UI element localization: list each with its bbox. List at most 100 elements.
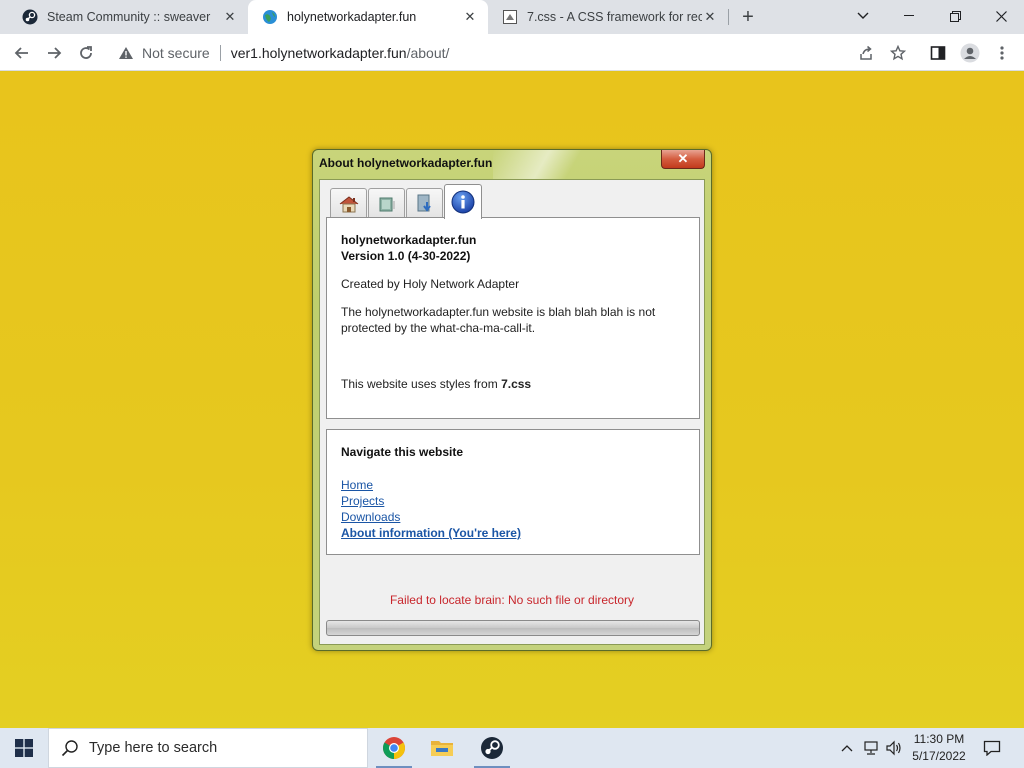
navigation-panel: Navigate this website Home Projects Down…	[326, 429, 700, 555]
close-tab-icon[interactable]: ✕	[462, 9, 478, 25]
taskbar-clock[interactable]: 11:30 PM 5/17/2022	[904, 731, 974, 765]
about-window: About holynetworkadapter.fun ✕ holynetwo…	[312, 149, 712, 651]
bookmark-button[interactable]	[884, 39, 912, 67]
about-panel: holynetworkadapter.fun Version 1.0 (4-30…	[326, 217, 700, 419]
reload-button[interactable]	[72, 39, 100, 67]
projects-icon	[379, 197, 395, 211]
volume-tray-button[interactable]	[884, 728, 904, 768]
home-icon	[339, 195, 358, 212]
taskbar-file-explorer[interactable]	[418, 728, 466, 768]
tab-home[interactable]	[330, 188, 367, 218]
show-hidden-icons-button[interactable]	[838, 728, 856, 768]
back-button[interactable]	[8, 39, 36, 67]
tab-search-button[interactable]	[840, 0, 886, 32]
taskbar-chrome[interactable]	[370, 728, 418, 768]
browser-tab-steam[interactable]: Steam Community :: sweaver ✕	[8, 0, 248, 34]
version-label: Version 1.0 (4-30-2022)	[341, 249, 471, 263]
restore-button[interactable]	[932, 0, 978, 32]
window-title: About holynetworkadapter.fun	[319, 156, 493, 170]
page-background: About holynetworkadapter.fun ✕ holynetwo…	[0, 72, 1024, 728]
notifications-button[interactable]	[978, 728, 1006, 768]
security-label[interactable]: Not secure	[142, 45, 210, 61]
file-explorer-icon	[431, 741, 453, 756]
url-path: /about/	[406, 44, 450, 61]
avatar-icon	[960, 43, 980, 63]
chevron-up-icon	[841, 745, 853, 752]
nav-link-about[interactable]: About information (You're here)	[341, 525, 685, 541]
minimize-button[interactable]	[886, 0, 932, 32]
site-name: holynetworkadapter.fun	[341, 233, 477, 247]
tab-projects[interactable]	[368, 188, 405, 218]
tab-about[interactable]	[444, 184, 482, 219]
close-tab-icon[interactable]: ✕	[702, 9, 718, 25]
nav-link-list: Home Projects Downloads About informatio…	[341, 477, 685, 541]
tab-title: holynetworkadapter.fun	[287, 10, 417, 24]
window-tab-list	[330, 183, 483, 219]
reload-icon	[80, 46, 92, 59]
arrow-left-icon	[14, 47, 28, 59]
downloads-icon	[417, 194, 431, 212]
url-host: ver1.holynetworkadapter.fun	[230, 44, 407, 61]
tab-separator	[728, 9, 729, 25]
new-tab-button[interactable]: +	[736, 6, 760, 30]
omnibox-divider	[219, 44, 221, 61]
window-body: holynetworkadapter.fun Version 1.0 (4-30…	[319, 179, 705, 645]
minimize-icon	[904, 15, 914, 16]
menu-button[interactable]	[988, 39, 1016, 67]
browser-tab-strip: Steam Community :: sweaver ✕ holynetwork…	[0, 0, 1024, 34]
profile-button[interactable]	[956, 39, 984, 67]
nav-heading: Navigate this website	[341, 445, 464, 459]
clock-date: 5/17/2022	[912, 749, 966, 763]
arrow-right-icon	[48, 47, 62, 59]
warning-icon[interactable]	[118, 45, 134, 61]
speaker-icon	[886, 740, 901, 756]
search-icon	[61, 740, 78, 757]
close-window-button[interactable]	[978, 0, 1024, 32]
7css-favicon-icon	[502, 9, 518, 25]
nav-link-home[interactable]: Home	[341, 477, 685, 493]
nav-link-downloads[interactable]: Downloads	[341, 509, 685, 525]
styles-prefix: This website uses styles from	[341, 377, 502, 391]
globe-favicon-icon	[262, 9, 278, 25]
nav-link-projects[interactable]: Projects	[341, 493, 685, 509]
url-text[interactable]: ver1.holynetworkadapter.fun/about/	[231, 45, 450, 61]
search-placeholder: Type here to search	[89, 740, 218, 756]
chevron-down-icon	[857, 12, 869, 19]
styles-credit: This website uses styles from 7.css	[341, 376, 685, 392]
tab-downloads[interactable]	[406, 188, 443, 218]
styles-name: 7.css	[501, 377, 532, 391]
window-close-button[interactable]: ✕	[661, 150, 705, 169]
tab-title: 7.css - A CSS framework for recre	[527, 10, 702, 24]
tab-title: Steam Community :: sweaver	[47, 10, 211, 24]
side-panel-icon	[930, 46, 946, 60]
share-button[interactable]	[852, 39, 880, 67]
kebab-menu-icon	[1000, 46, 1004, 60]
windows-logo-icon	[15, 739, 33, 757]
progress-bar	[326, 620, 700, 636]
notification-icon	[983, 740, 1001, 756]
start-button[interactable]	[0, 728, 48, 768]
info-icon	[451, 190, 475, 214]
created-by-text: Created by Holy Network Adapter	[341, 277, 520, 291]
close-icon	[995, 10, 1007, 22]
close-tab-icon[interactable]: ✕	[222, 9, 238, 25]
network-tray-button[interactable]	[860, 728, 882, 768]
share-icon	[860, 45, 872, 60]
side-panel-button[interactable]	[924, 39, 952, 67]
address-bar[interactable]: Not secure ver1.holynetworkadapter.fun/a…	[108, 38, 916, 67]
network-icon	[864, 741, 878, 755]
forward-button[interactable]	[40, 39, 68, 67]
chrome-icon	[383, 737, 405, 759]
restore-icon	[949, 10, 961, 22]
steam-favicon-icon	[22, 9, 38, 25]
taskbar-steam[interactable]	[468, 728, 516, 768]
description-text: The holynetworkadapter.fun website is bl…	[341, 305, 656, 335]
browser-tab-holynetworkadapter[interactable]: holynetworkadapter.fun ✕	[248, 0, 488, 34]
taskbar-search-box[interactable]: Type here to search	[48, 728, 368, 768]
steam-icon	[481, 737, 503, 759]
clock-time: 11:30 PM	[913, 732, 965, 746]
browser-tab-7css[interactable]: 7.css - A CSS framework for recre ✕	[488, 0, 728, 34]
browser-toolbar: Not secure ver1.holynetworkadapter.fun/a…	[0, 34, 1024, 71]
error-message: Failed to locate brain: No such file or …	[389, 593, 635, 607]
taskbar: Type here to search 11:30 PM 5/17/2022	[0, 728, 1024, 768]
